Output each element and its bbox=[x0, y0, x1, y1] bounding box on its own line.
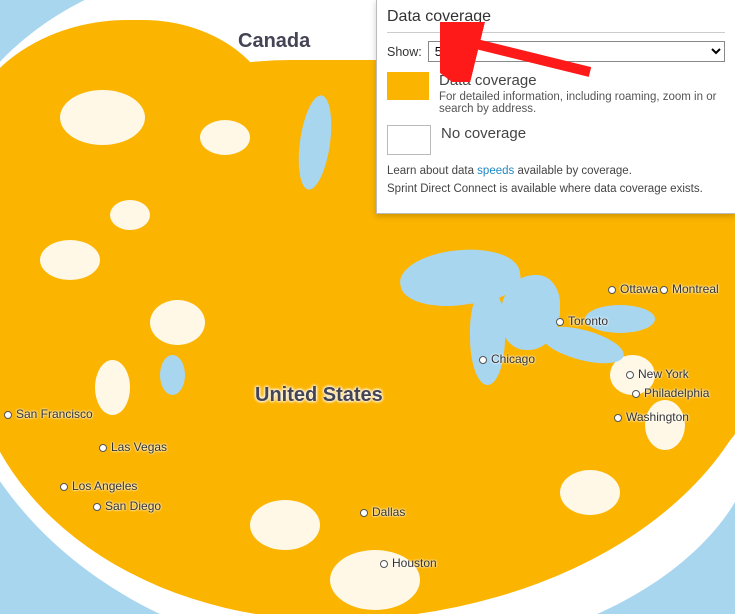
city-washington: Washington bbox=[614, 410, 689, 424]
city-las-vegas: Las Vegas bbox=[99, 440, 167, 454]
coverage-gap bbox=[150, 300, 205, 345]
coverage-gap bbox=[250, 500, 320, 550]
city-new-york: New York bbox=[626, 367, 689, 381]
city-ottawa: Ottawa bbox=[608, 282, 658, 296]
coverage-gap bbox=[95, 360, 130, 415]
legend-coverage-title: Data coverage bbox=[439, 72, 725, 89]
coverage-gap bbox=[200, 120, 250, 155]
city-los-angeles: Los Angeles bbox=[60, 479, 137, 493]
legend-nocoverage-title: No coverage bbox=[441, 125, 526, 142]
coverage-gap bbox=[645, 400, 685, 450]
swatch-coverage bbox=[387, 72, 429, 100]
lake bbox=[470, 290, 505, 385]
city-san-diego: San Diego bbox=[93, 499, 161, 513]
coverage-gap bbox=[560, 470, 620, 515]
speeds-link[interactable]: speeds bbox=[477, 165, 514, 177]
coverage-panel: Data coverage Show: 5G Data coverage For… bbox=[376, 0, 735, 214]
legend-no-coverage: No coverage bbox=[387, 125, 725, 155]
city-houston: Houston bbox=[380, 556, 437, 570]
coverage-gap bbox=[40, 240, 100, 280]
coverage-gap bbox=[60, 90, 145, 145]
legend-coverage-sub: For detailed information, including roam… bbox=[439, 91, 725, 115]
learn-prefix: Learn about data bbox=[387, 165, 477, 177]
city-montreal: Montreal bbox=[660, 282, 719, 296]
swatch-no-coverage bbox=[387, 125, 431, 155]
learn-suffix: available by coverage. bbox=[514, 165, 632, 177]
show-label: Show: bbox=[387, 45, 422, 59]
city-dallas: Dallas bbox=[360, 505, 405, 519]
panel-footer: Sprint Direct Connect is available where… bbox=[387, 183, 725, 195]
show-row: Show: 5G bbox=[387, 41, 725, 62]
city-san-francisco: San Francisco bbox=[4, 407, 93, 421]
city-chicago: Chicago bbox=[479, 352, 535, 366]
learn-line: Learn about data speeds available by cov… bbox=[387, 165, 725, 177]
lake bbox=[160, 355, 185, 395]
city-toronto: Toronto bbox=[556, 314, 608, 328]
coverage-type-select[interactable]: 5G bbox=[428, 41, 725, 62]
coverage-gap bbox=[110, 200, 150, 230]
panel-title: Data coverage bbox=[387, 6, 725, 33]
city-philadelphia: Philadelphia bbox=[632, 386, 709, 400]
legend-coverage: Data coverage For detailed information, … bbox=[387, 72, 725, 115]
